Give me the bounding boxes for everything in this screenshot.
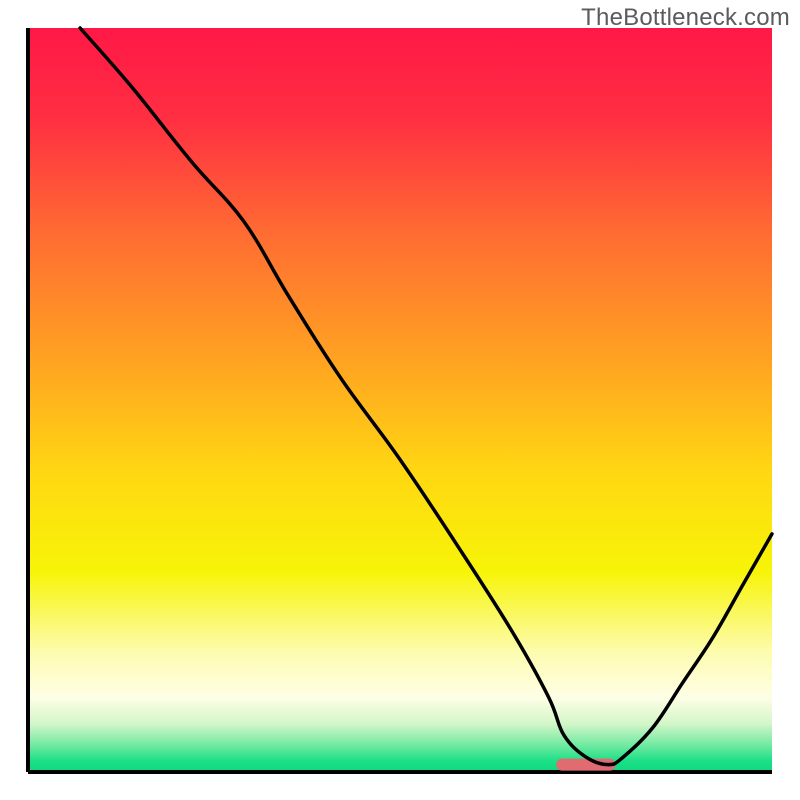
bottleneck-plot [0, 0, 800, 800]
chart-root: TheBottleneck.com [0, 0, 800, 800]
plot-background [28, 28, 772, 772]
